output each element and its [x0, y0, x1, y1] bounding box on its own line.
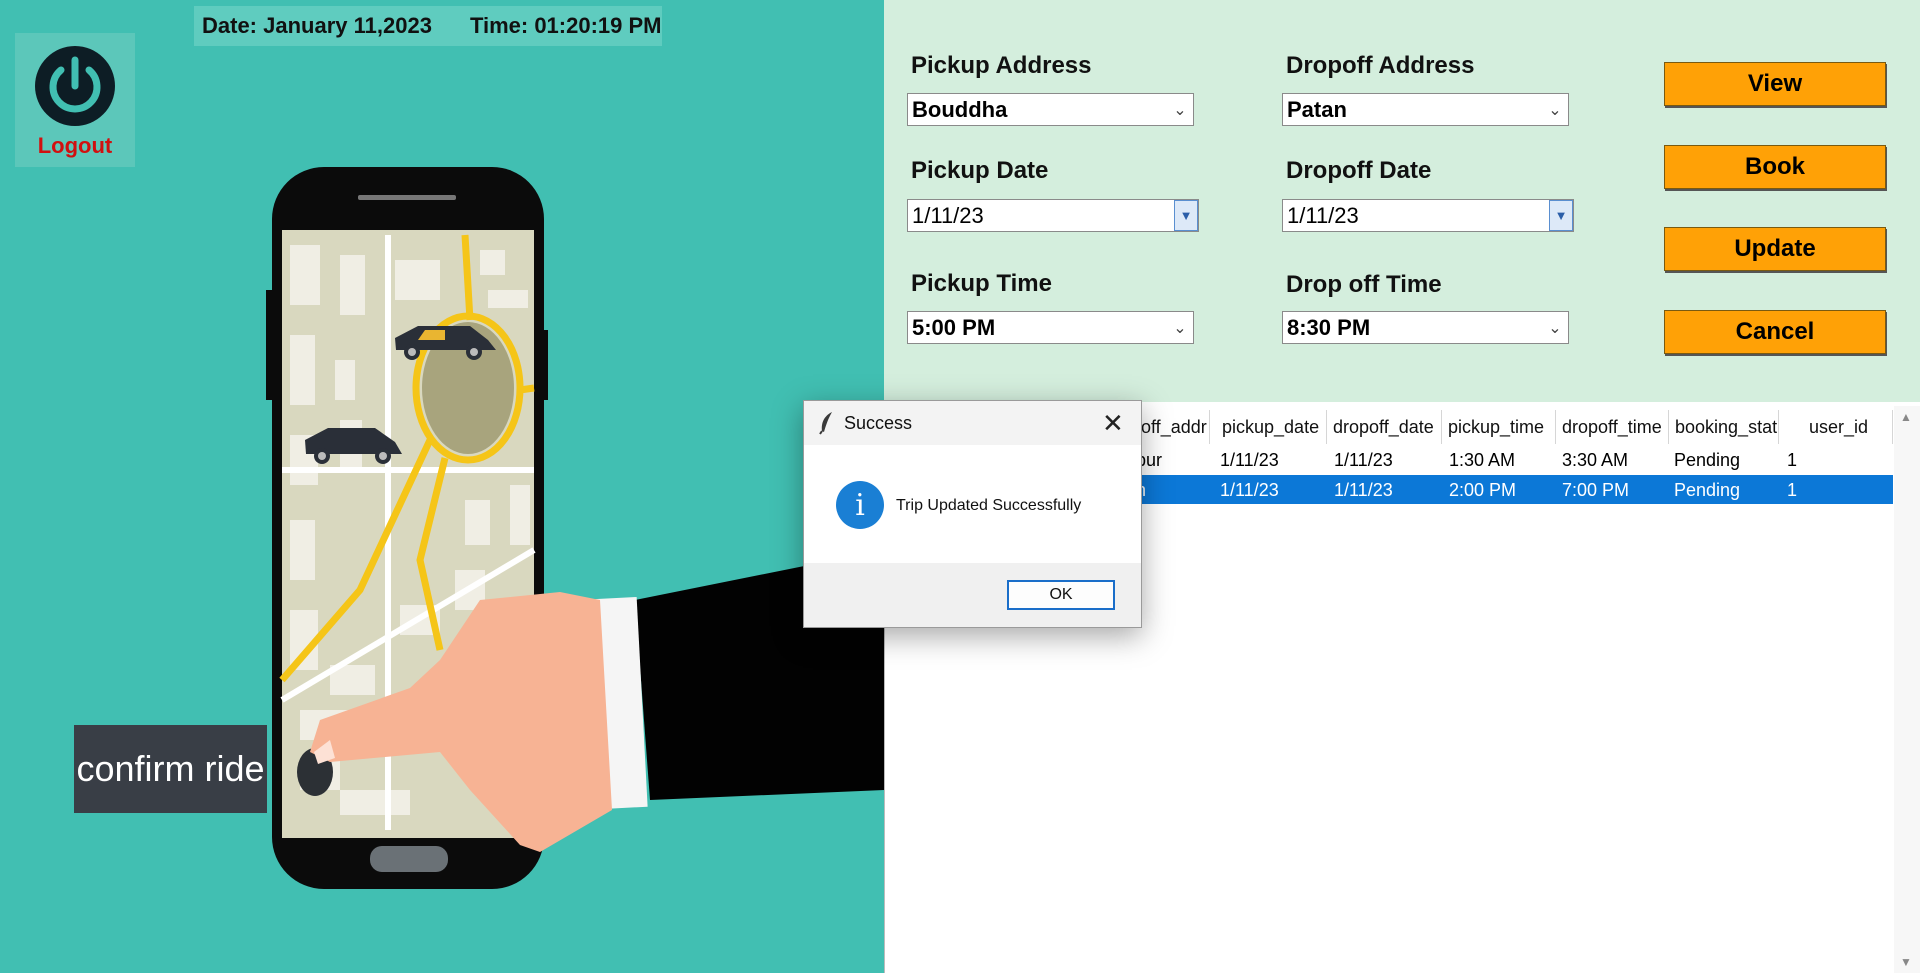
- book-button[interactable]: Book: [1664, 145, 1886, 189]
- table-cell: 1: [1787, 450, 1798, 470]
- table-cell: Pending: [1674, 480, 1741, 500]
- table-cell: 1/11/23: [1334, 450, 1393, 470]
- pickup-address-value: Bouddha: [912, 96, 1008, 122]
- column-header[interactable]: booking_stat: [1669, 410, 1779, 444]
- dropoff-time-value: 8:30 PM: [1287, 314, 1371, 340]
- pickup-time-value: 5:00 PM: [912, 314, 996, 340]
- dropoff-address-select[interactable]: Patan ⌄: [1282, 93, 1569, 126]
- confirm-ride-label-box: confirm ride: [74, 725, 267, 813]
- column-header[interactable]: pickup_time: [1442, 410, 1556, 444]
- vertical-scrollbar[interactable]: [1894, 406, 1920, 973]
- cancel-button[interactable]: Cancel: [1664, 310, 1886, 354]
- success-dialog: Success ✕ i Trip Updated Successfully OK: [803, 400, 1142, 628]
- column-header[interactable]: off_addr: [1135, 410, 1210, 444]
- pickup-date-picker[interactable]: 1/11/23 ▼: [907, 199, 1199, 232]
- info-icon: i: [836, 481, 884, 529]
- pickup-address-label: Pickup Address: [911, 52, 1092, 79]
- dropoff-date-picker[interactable]: 1/11/23 ▼: [1282, 199, 1574, 232]
- pickup-time-label: Pickup Time: [911, 270, 1052, 297]
- view-button[interactable]: View: [1664, 62, 1886, 106]
- table-cell: 1/11/23: [1220, 450, 1279, 470]
- dialog-title: Success: [844, 413, 913, 433]
- table-cell: 1: [1787, 480, 1798, 500]
- table-row[interactable]: n 1/11/23 1/11/23 2:00 PM 7:00 PM Pendin…: [1135, 475, 1893, 504]
- table-cell: 1/11/23: [1220, 480, 1279, 500]
- power-icon: [35, 46, 115, 126]
- datetime-bar: Date: January 11,2023 Time: 01:20:19 PM: [194, 6, 662, 46]
- date-text: Date: January 11,2023: [202, 13, 432, 38]
- chevron-down-icon: ⌄: [1173, 319, 1187, 337]
- table-cell: 1/11/23: [1334, 480, 1393, 500]
- confirm-ride-text: confirm ride: [76, 748, 265, 789]
- pickup-time-select[interactable]: 5:00 PM ⌄: [907, 311, 1194, 344]
- dropoff-time-label: Drop off Time: [1286, 271, 1442, 298]
- dropoff-date-label: Dropoff Date: [1286, 157, 1432, 184]
- pickup-address-select[interactable]: Bouddha ⌄: [907, 93, 1194, 126]
- table-cell: 3:30 AM: [1562, 450, 1629, 470]
- chevron-down-icon: ⌄: [1548, 101, 1562, 119]
- column-header[interactable]: dropoff_date: [1327, 410, 1442, 444]
- column-header[interactable]: dropoff_time: [1556, 410, 1669, 444]
- dropoff-address-value: Patan: [1287, 96, 1347, 122]
- table-cell: 7:00 PM: [1562, 480, 1630, 500]
- calendar-dropdown-icon[interactable]: ▼: [1549, 200, 1573, 231]
- dropoff-address-label: Dropoff Address: [1286, 52, 1475, 79]
- update-button[interactable]: Update: [1664, 227, 1886, 271]
- table-cell: Pending: [1674, 450, 1741, 470]
- column-header[interactable]: pickup_date: [1216, 410, 1327, 444]
- dropoff-time-select[interactable]: 8:30 PM ⌄: [1282, 311, 1569, 344]
- table-row[interactable]: pur 1/11/23 1/11/23 1:30 AM 3:30 AM Pend…: [1135, 445, 1893, 474]
- pickup-date-label: Pickup Date: [911, 157, 1049, 184]
- calendar-dropdown-icon[interactable]: ▼: [1174, 200, 1198, 231]
- scroll-down-icon[interactable]: ▼: [1900, 955, 1912, 969]
- table-cell: 1:30 AM: [1449, 450, 1516, 470]
- chevron-down-icon: ⌄: [1173, 101, 1187, 119]
- chevron-down-icon: ⌄: [1548, 319, 1562, 337]
- ok-button[interactable]: OK: [1007, 580, 1115, 610]
- dropoff-date-value: 1/11/23: [1287, 202, 1359, 228]
- feather-icon: [819, 412, 832, 435]
- column-header[interactable]: user_id: [1779, 410, 1893, 444]
- time-text: Time: 01:20:19 PM: [469, 13, 662, 38]
- scroll-up-icon[interactable]: ▲: [1900, 410, 1912, 424]
- pickup-date-value: 1/11/23: [912, 202, 984, 228]
- dialog-message: Trip Updated Successfully: [896, 497, 1082, 514]
- table-cell: 2:00 PM: [1449, 480, 1517, 500]
- close-icon[interactable]: ✕: [1102, 408, 1124, 439]
